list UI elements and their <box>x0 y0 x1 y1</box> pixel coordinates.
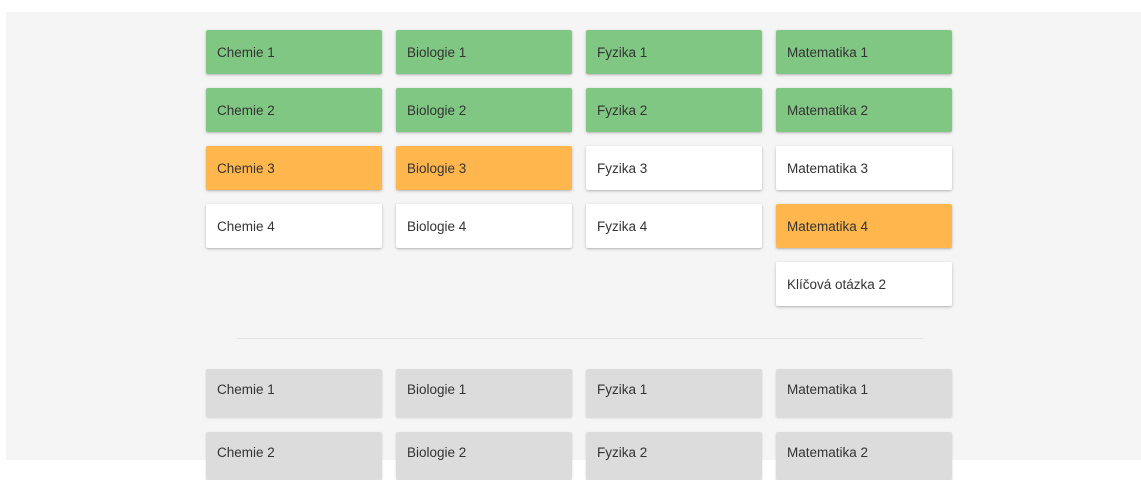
topic-card-fyzika-3[interactable]: Fyzika 3 <box>586 146 762 190</box>
topic-card-chemie-2-secondary[interactable]: Chemie 2 <box>206 432 382 480</box>
topic-card-chemie-2[interactable]: Chemie 2 <box>206 88 382 132</box>
topic-card-klicova-otazka-2[interactable]: Klíčová otázka 2 <box>776 262 952 306</box>
topic-card-biologie-1-secondary[interactable]: Biologie 1 <box>396 369 572 417</box>
topic-card-biologie-2[interactable]: Biologie 2 <box>396 88 572 132</box>
section-divider <box>237 338 923 339</box>
topic-card-matematika-2-secondary[interactable]: Matematika 2 <box>776 432 952 480</box>
page-background: Chemie 1 Biologie 1 Fyzika 1 Matematika … <box>6 12 1141 480</box>
topic-card-matematika-2[interactable]: Matematika 2 <box>776 88 952 132</box>
topic-card-fyzika-2[interactable]: Fyzika 2 <box>586 88 762 132</box>
topic-card-matematika-3[interactable]: Matematika 3 <box>776 146 952 190</box>
topic-card-matematika-1-secondary[interactable]: Matematika 1 <box>776 369 952 417</box>
topic-card-chemie-3[interactable]: Chemie 3 <box>206 146 382 190</box>
topic-card-fyzika-4[interactable]: Fyzika 4 <box>586 204 762 248</box>
topic-grid-bottom: Chemie 1 Biologie 1 Fyzika 1 Matematika … <box>206 369 952 480</box>
topic-card-fyzika-1-secondary[interactable]: Fyzika 1 <box>586 369 762 417</box>
topic-card-matematika-1[interactable]: Matematika 1 <box>776 30 952 74</box>
topic-card-chemie-1[interactable]: Chemie 1 <box>206 30 382 74</box>
topic-card-fyzika-2-secondary[interactable]: Fyzika 2 <box>586 432 762 480</box>
topic-grid-top: Chemie 1 Biologie 1 Fyzika 1 Matematika … <box>206 30 952 306</box>
topic-card-biologie-2-secondary[interactable]: Biologie 2 <box>396 432 572 480</box>
topic-card-biologie-1[interactable]: Biologie 1 <box>396 30 572 74</box>
topic-card-fyzika-1[interactable]: Fyzika 1 <box>586 30 762 74</box>
topic-card-biologie-4[interactable]: Biologie 4 <box>396 204 572 248</box>
topic-card-chemie-1-secondary[interactable]: Chemie 1 <box>206 369 382 417</box>
topic-card-chemie-4[interactable]: Chemie 4 <box>206 204 382 248</box>
topic-card-matematika-4[interactable]: Matematika 4 <box>776 204 952 248</box>
topic-card-biologie-3[interactable]: Biologie 3 <box>396 146 572 190</box>
